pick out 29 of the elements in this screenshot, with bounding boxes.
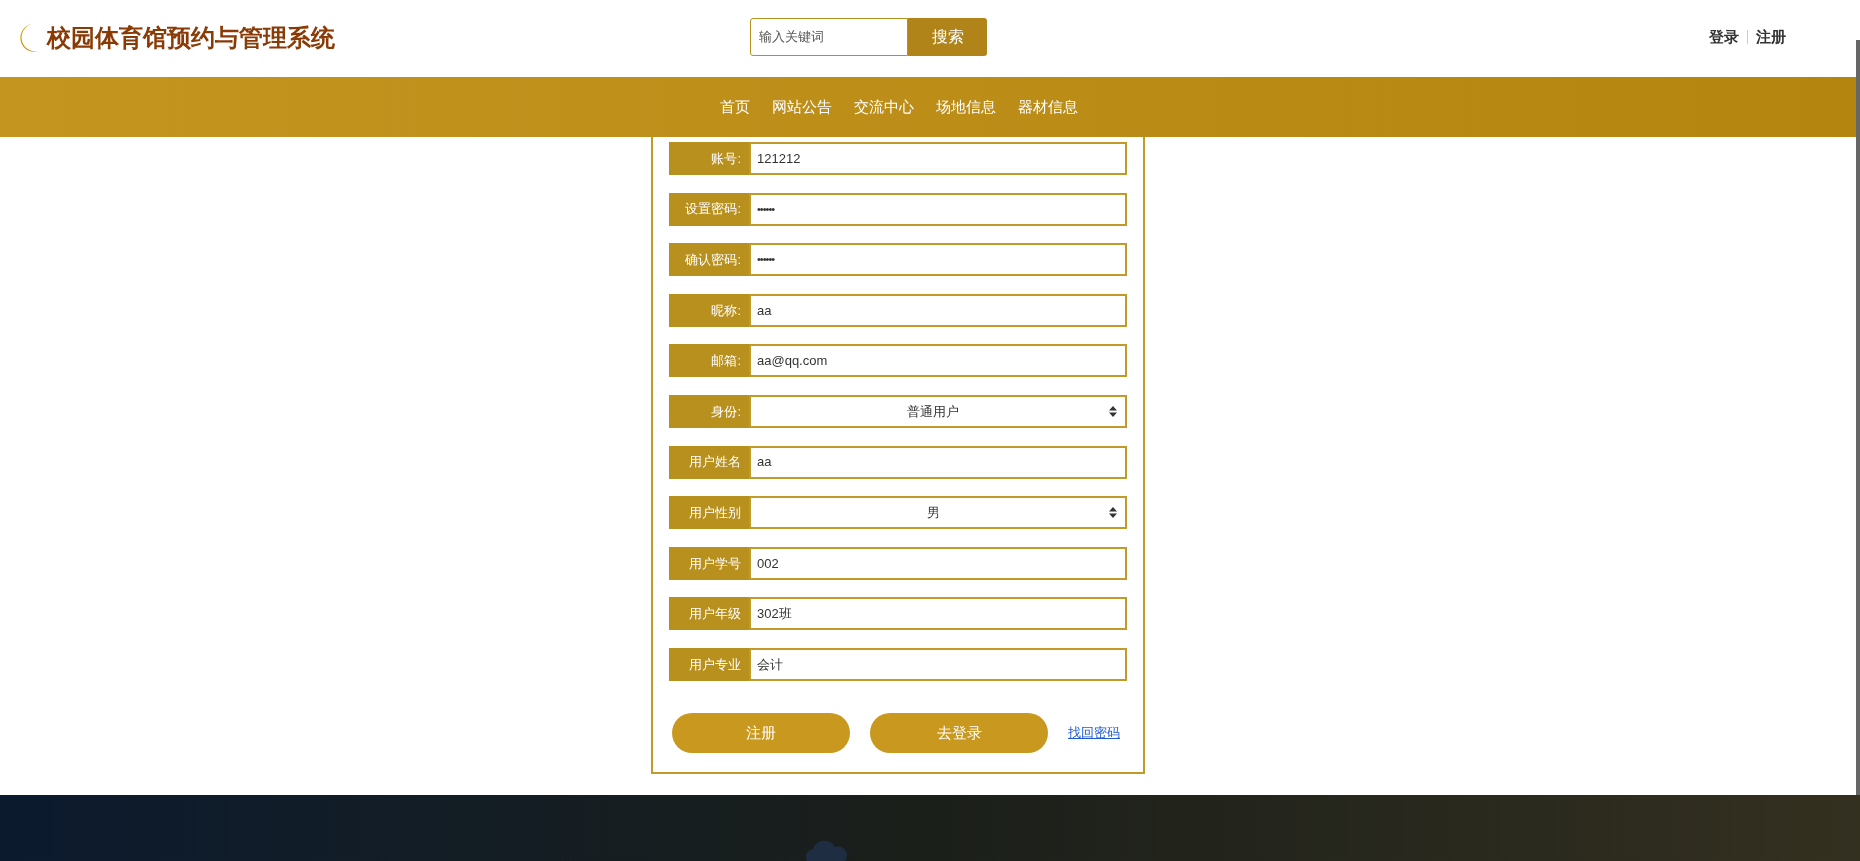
field-label: 设置密码: (669, 192, 749, 226)
select-field[interactable]: 普通用户 (749, 394, 1127, 428)
search-field[interactable]: 输入关键词 (750, 18, 908, 56)
field-label: 确认密码: (669, 243, 749, 277)
field-label: 用户年级 (669, 597, 749, 631)
input-field[interactable]: 会计 (749, 647, 1127, 681)
select-field[interactable]: 男 (749, 496, 1127, 530)
recover-password-link[interactable]: 找回密码 (1068, 723, 1120, 743)
sort-icon (1109, 507, 1117, 519)
input-field[interactable]: 121212 (749, 142, 1127, 175)
site-title: 校园体育馆预约与管理系统 (47, 22, 335, 53)
input-field[interactable]: aa (749, 293, 1127, 327)
input-field[interactable]: 002 (749, 546, 1127, 580)
field-label: 账号: (669, 142, 749, 175)
header-link[interactable]: 注册 (1756, 26, 1786, 49)
input-field[interactable]: aa (749, 445, 1127, 479)
field-label: 昵称: (669, 293, 749, 327)
input-field[interactable]: aa@qq.com (749, 344, 1127, 378)
field-label: 邮箱: (669, 344, 749, 378)
field-label: 用户专业 (669, 647, 749, 681)
field-label: 身份: (669, 394, 749, 428)
field-label: 用户学号 (669, 546, 749, 580)
sort-icon (1109, 405, 1117, 417)
password-field[interactable]: •••••• (749, 243, 1127, 277)
input-field[interactable]: 302班 (749, 597, 1127, 631)
password-field[interactable]: •••••• (749, 192, 1127, 226)
header-link[interactable]: 登录 (1709, 26, 1739, 49)
field-label: 用户姓名 (669, 445, 749, 479)
field-label: 用户性别 (669, 496, 749, 530)
